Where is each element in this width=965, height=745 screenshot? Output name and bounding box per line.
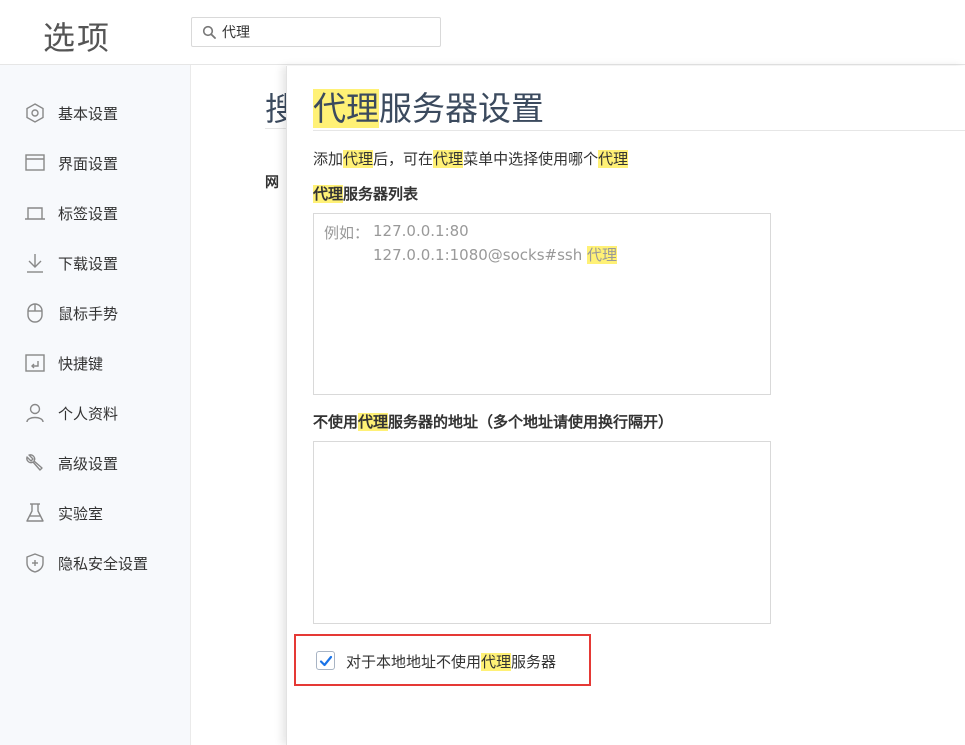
search-highlight: 代理 (433, 150, 464, 168)
placeholder-example-2-text: 127.0.0.1:1080@socks#ssh (373, 246, 583, 264)
sidebar-item-interface-settings[interactable]: 界面设置 (0, 144, 191, 180)
bypass-label-text: 服务器的地址（多个地址请使用换行隔开） (388, 413, 674, 431)
search-highlight: 代理 (481, 653, 512, 671)
placeholder-prefix: 例如： (324, 224, 370, 242)
sidebar-item-label: 快捷键 (58, 355, 104, 373)
hexagon-gear-icon (24, 102, 46, 124)
search-highlight: 代理 (343, 150, 374, 168)
sidebar-item-profile[interactable]: 个人资料 (0, 394, 191, 430)
sidebar-item-advanced-settings[interactable]: 高级设置 (0, 444, 191, 480)
window-icon (24, 152, 46, 174)
sidebar: 基本设置 界面设置 标签设置 下载设置 鼠标手势 快捷键 个人资料 高级设置 实… (0, 65, 191, 745)
download-icon (24, 252, 46, 274)
proxy-settings-panel: 代理服务器设置 添加代理后，可在代理菜单中选择使用哪个代理 代理服务器列表 例如… (286, 66, 965, 745)
bypass-label-text: 不使用 (313, 413, 359, 431)
sidebar-item-mouse-gestures[interactable]: 鼠标手势 (0, 294, 191, 330)
sidebar-item-label: 基本设置 (58, 105, 119, 123)
sidebar-item-label: 界面设置 (58, 155, 119, 173)
flask-icon (24, 502, 46, 524)
search-highlight: 代理 (598, 150, 629, 168)
sidebar-item-download-settings[interactable]: 下载设置 (0, 244, 191, 280)
sidebar-item-privacy-security[interactable]: 隐私安全设置 (0, 544, 191, 580)
placeholder-example-2: 127.0.0.1:1080@socks#ssh 代理 (373, 244, 618, 265)
app-title: 选项 (43, 19, 112, 57)
search-box[interactable] (191, 17, 441, 47)
tab-icon (24, 202, 46, 224)
bypass-list-label: 不使用代理服务器的地址（多个地址请使用换行隔开） (313, 411, 673, 432)
description-text: 后，可在 (373, 150, 434, 168)
mouse-icon (24, 302, 46, 324)
sidebar-item-label: 鼠标手势 (58, 305, 119, 323)
sidebar-item-basic-settings[interactable]: 基本设置 (0, 94, 191, 130)
panel-divider (313, 130, 965, 131)
sidebar-item-label: 下载设置 (58, 255, 119, 273)
placeholder-example-1: 127.0.0.1:80 (373, 222, 469, 240)
sidebar-item-label: 标签设置 (58, 205, 119, 223)
sidebar-item-label: 实验室 (58, 505, 104, 523)
local-bypass-label-text: 对于本地地址不使用 (346, 653, 482, 671)
wrench-icon (24, 452, 46, 474)
local-bypass-option: 对于本地地址不使用代理服务器 (294, 634, 591, 686)
background-section-label: 网 (265, 175, 279, 191)
sidebar-item-tab-settings[interactable]: 标签设置 (0, 194, 191, 230)
search-highlight: 代理 (313, 185, 344, 203)
sidebar-item-label: 高级设置 (58, 455, 119, 473)
sidebar-item-lab[interactable]: 实验室 (0, 494, 191, 530)
panel-title-text: 服务器设置 (379, 89, 544, 128)
server-list-label: 代理服务器列表 (313, 183, 418, 204)
description-text: 添加 (313, 150, 344, 168)
panel-title: 代理服务器设置 (313, 82, 544, 130)
search-input[interactable] (222, 23, 427, 41)
sidebar-item-shortcuts[interactable]: 快捷键 (0, 344, 191, 380)
server-list-label-text: 服务器列表 (343, 185, 419, 203)
local-bypass-label-text: 服务器 (511, 653, 557, 671)
person-icon (24, 402, 46, 424)
keyboard-shortcut-icon (24, 352, 46, 374)
shield-plus-icon (24, 552, 46, 574)
sidebar-item-label: 个人资料 (58, 405, 119, 423)
search-highlight: 代理 (587, 246, 618, 264)
description-text: 菜单中选择使用哪个 (463, 150, 599, 168)
bypass-address-list-input[interactable] (313, 441, 771, 624)
search-highlight: 代理 (358, 413, 389, 431)
options-header: 选项 (0, 0, 965, 65)
proxy-server-list-input[interactable]: 例如： 127.0.0.1:80 127.0.0.1:1080@socks#ss… (313, 213, 771, 395)
local-bypass-checkbox[interactable] (316, 651, 335, 670)
panel-description: 添加代理后，可在代理菜单中选择使用哪个代理 (313, 148, 629, 169)
sidebar-item-label: 隐私安全设置 (58, 555, 149, 573)
local-bypass-label[interactable]: 对于本地地址不使用代理服务器 (346, 651, 556, 672)
search-highlight: 代理 (313, 89, 379, 128)
